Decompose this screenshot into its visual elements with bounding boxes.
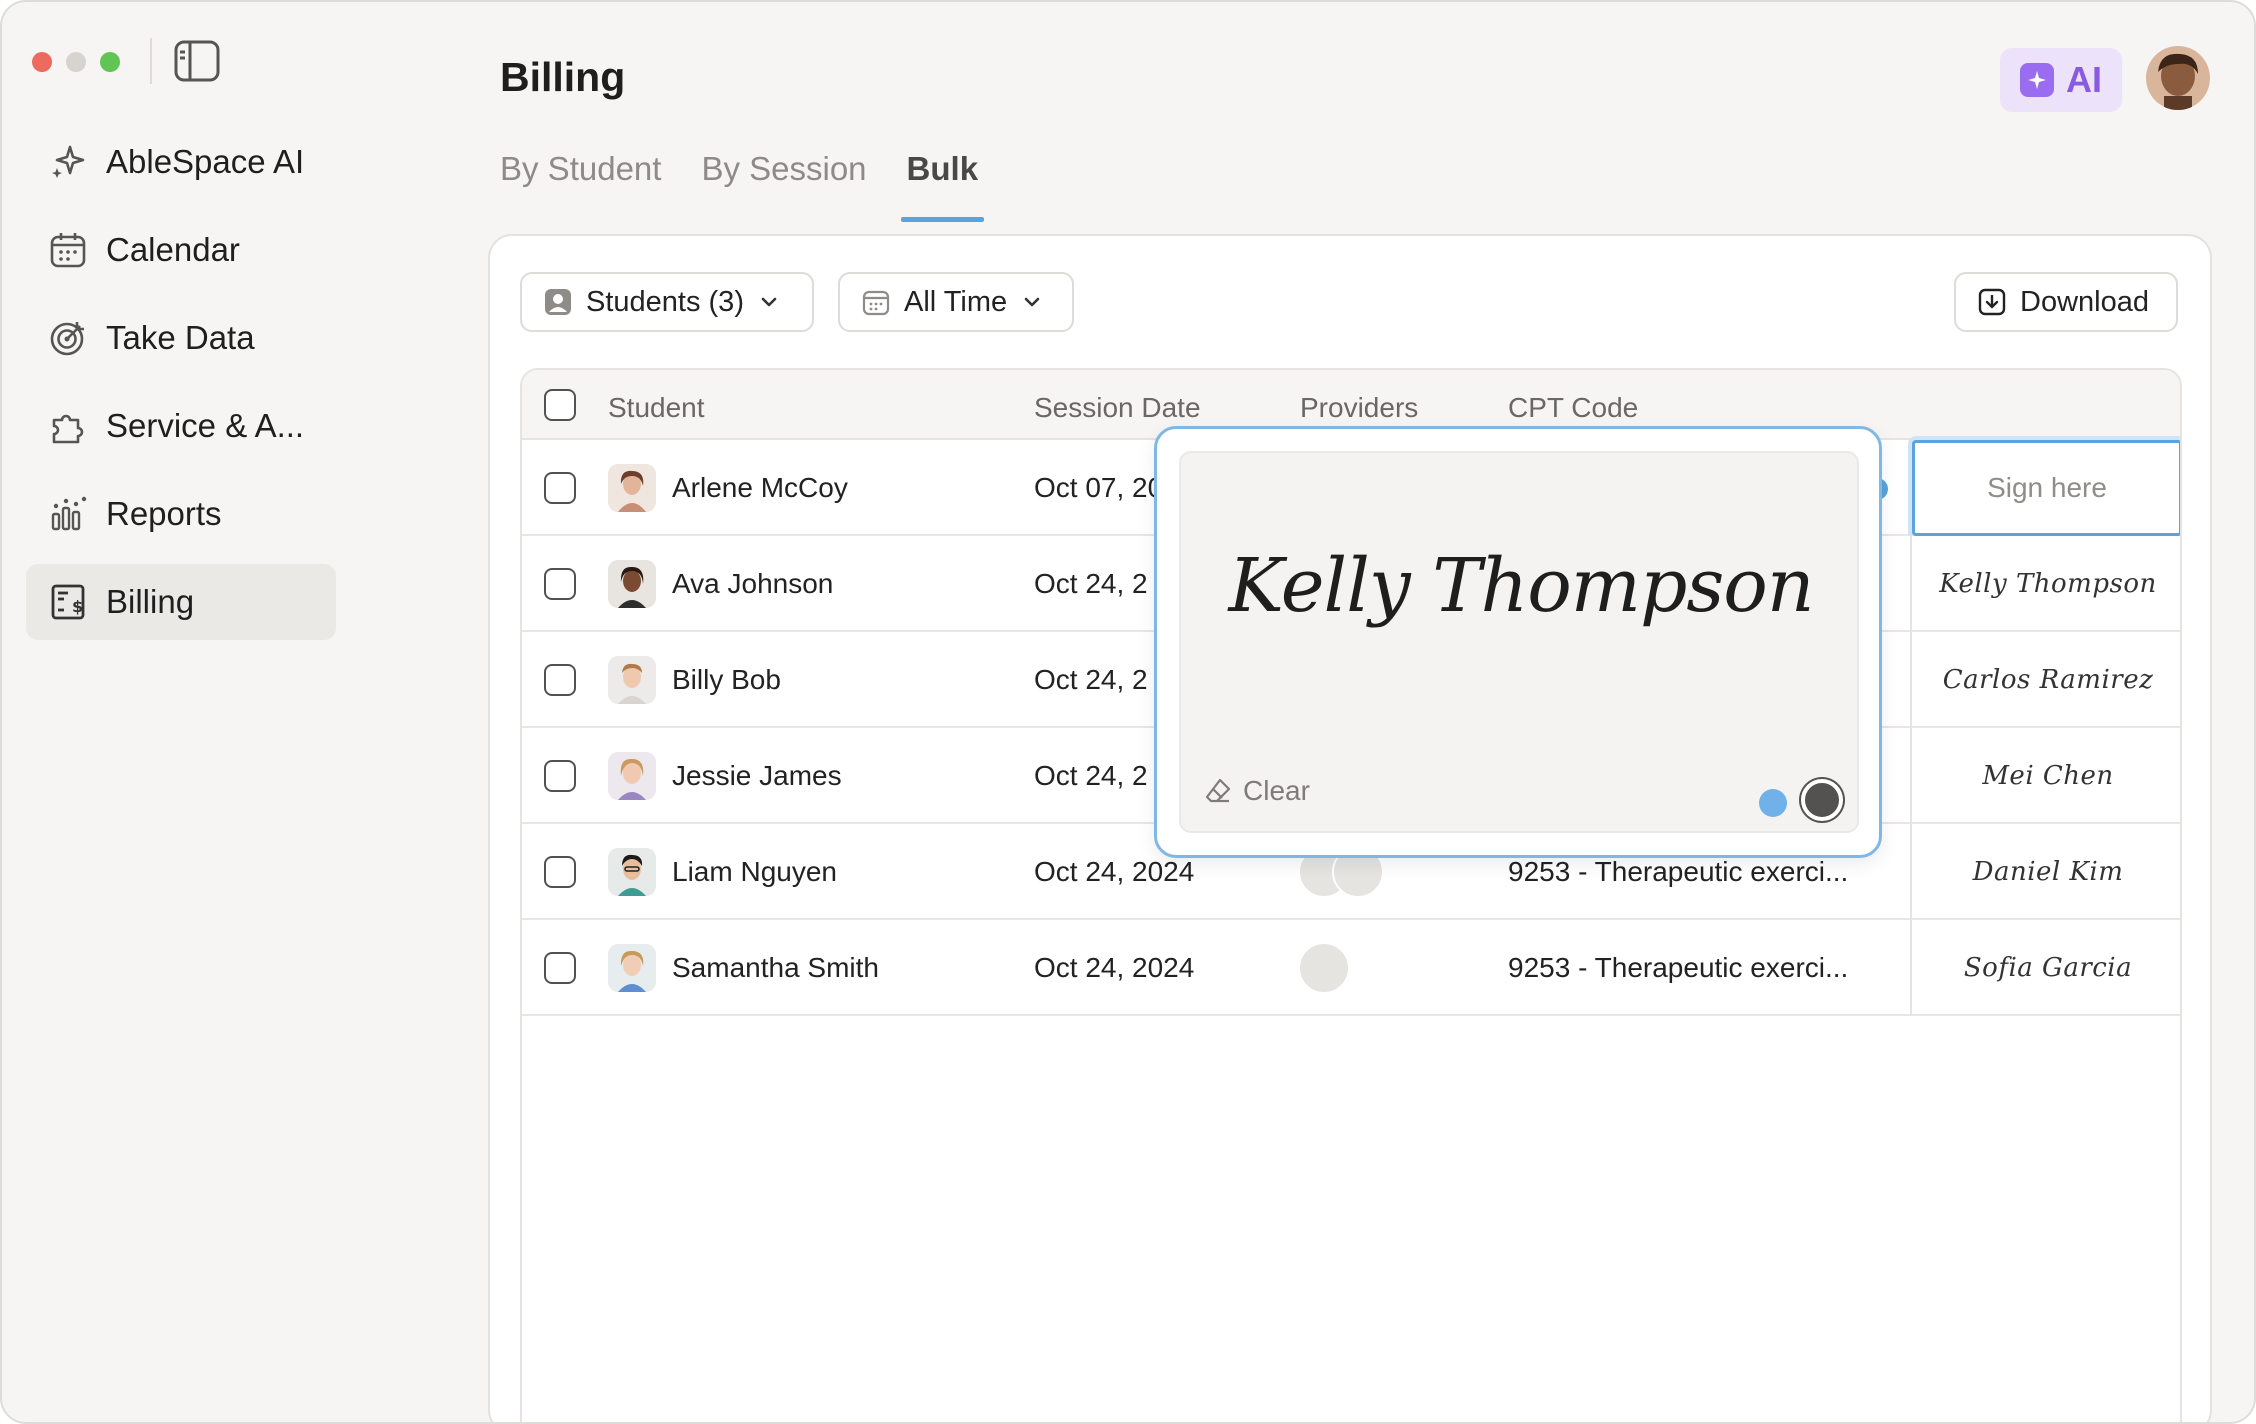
sidebar-item-reports[interactable]: Reports bbox=[26, 476, 336, 552]
student-avatar bbox=[608, 752, 656, 800]
signature-popover: Kelly Thompson Clear bbox=[1154, 426, 1882, 858]
provider-avatar bbox=[1298, 942, 1350, 994]
session-date: Oct 24, 2 bbox=[1034, 760, 1148, 791]
signature-cell[interactable]: Mei Chen bbox=[1910, 728, 2180, 824]
time-filter-dropdown[interactable]: All Time bbox=[838, 272, 1074, 332]
sidebar: AbleSpace AI Calendar Take Data Service … bbox=[26, 124, 336, 652]
svg-text:$: $ bbox=[72, 597, 83, 616]
student-avatar bbox=[608, 656, 656, 704]
student-avatar bbox=[608, 464, 656, 512]
titlebar-divider bbox=[150, 38, 152, 84]
signature-cell[interactable]: Kelly Thompson bbox=[1910, 536, 2180, 632]
calendar-icon bbox=[48, 230, 88, 270]
signature-text: Sofia Garcia bbox=[1963, 953, 2133, 983]
tab-by-student[interactable]: By Student bbox=[500, 150, 661, 222]
tab-bulk[interactable]: Bulk bbox=[900, 150, 984, 222]
minimize-window-button[interactable] bbox=[66, 52, 86, 72]
user-avatar[interactable] bbox=[2146, 46, 2210, 110]
select-all-checkbox[interactable] bbox=[544, 389, 576, 421]
clear-button[interactable]: Clear bbox=[1203, 775, 1310, 807]
sidebar-item-ablespace-ai[interactable]: AbleSpace AI bbox=[26, 124, 336, 200]
sidebar-item-label: Reports bbox=[106, 495, 222, 532]
target-icon bbox=[48, 318, 88, 358]
sidebar-item-label: AbleSpace AI bbox=[106, 143, 305, 180]
student-name: Samantha Smith bbox=[672, 952, 879, 983]
session-date: Oct 24, 2024 bbox=[1034, 952, 1195, 983]
providers-cell bbox=[1298, 920, 1350, 1016]
students-filter-label: Students (3) bbox=[586, 285, 744, 318]
column-header-providers: Providers bbox=[1300, 392, 1419, 423]
sidebar-item-label: Calendar bbox=[106, 231, 240, 268]
pen-color-dark[interactable] bbox=[1801, 779, 1843, 821]
signature-drawing: Kelly Thompson bbox=[1228, 543, 1814, 629]
sign-here-field[interactable]: Sign here bbox=[1912, 440, 2180, 536]
pen-color-blue[interactable] bbox=[1759, 789, 1787, 817]
chevron-down-icon bbox=[1024, 297, 1040, 307]
billing-tabs: By Student By Session Bulk bbox=[500, 150, 984, 222]
student-avatar bbox=[608, 848, 656, 896]
sidebar-item-label: Take Data bbox=[106, 319, 255, 356]
session-date: Oct 07, 20 bbox=[1034, 472, 1164, 503]
chevron-down-icon bbox=[761, 297, 777, 307]
cpt-code: 9253 - Therapeutic exerci... bbox=[1508, 952, 1849, 983]
row-checkbox[interactable] bbox=[544, 664, 576, 696]
column-header-student: Student bbox=[608, 392, 705, 423]
row-checkbox[interactable] bbox=[544, 856, 576, 888]
table-row[interactable]: Samantha Smith Oct 24, 2024 9253 - Thera… bbox=[522, 920, 2180, 1016]
eraser-icon bbox=[1205, 778, 1231, 803]
puzzle-icon bbox=[48, 406, 88, 446]
clear-label: Clear bbox=[1243, 775, 1310, 806]
student-avatar bbox=[608, 944, 656, 992]
sidebar-item-calendar[interactable]: Calendar bbox=[26, 212, 336, 288]
student-avatar bbox=[608, 560, 656, 608]
students-filter-dropdown[interactable]: Students (3) bbox=[520, 272, 814, 332]
window-controls bbox=[32, 52, 120, 72]
ai-button[interactable]: AI bbox=[2000, 48, 2122, 112]
ai-sparkle-icon bbox=[2020, 63, 2054, 97]
row-checkbox[interactable] bbox=[544, 472, 576, 504]
download-label: Download bbox=[2020, 285, 2149, 318]
student-name: Liam Nguyen bbox=[672, 856, 837, 887]
download-button[interactable]: Download bbox=[1954, 272, 2178, 332]
row-checkbox[interactable] bbox=[544, 760, 576, 792]
sidebar-toggle-icon[interactable] bbox=[174, 40, 220, 82]
student-name: Billy Bob bbox=[672, 664, 781, 695]
signature-text: Carlos Ramirez bbox=[1942, 665, 2154, 695]
sidebar-item-take-data[interactable]: Take Data bbox=[26, 300, 336, 376]
app-window: AbleSpace AI Calendar Take Data Service … bbox=[0, 0, 2256, 1424]
session-date: Oct 24, 2 bbox=[1034, 664, 1148, 695]
signature-cell[interactable]: Sofia Garcia bbox=[1910, 920, 2180, 1016]
column-header-cpt-code: CPT Code bbox=[1508, 392, 1639, 423]
close-window-button[interactable] bbox=[32, 52, 52, 72]
tab-by-session[interactable]: By Session bbox=[701, 150, 866, 222]
page-title: Billing bbox=[500, 54, 626, 100]
signature-text: Mei Chen bbox=[1982, 761, 2114, 791]
sidebar-item-service[interactable]: Service & A... bbox=[26, 388, 336, 464]
row-checkbox[interactable] bbox=[544, 952, 576, 984]
student-name: Ava Johnson bbox=[672, 568, 834, 599]
ai-button-label: AI bbox=[2066, 59, 2102, 100]
signature-cell[interactable]: Daniel Kim bbox=[1910, 824, 2180, 920]
student-icon bbox=[545, 289, 571, 315]
sidebar-item-label: Service & A... bbox=[106, 407, 305, 444]
student-name: Jessie James bbox=[672, 760, 842, 791]
sparkle-icon bbox=[48, 142, 88, 182]
signature-text: Kelly Thompson bbox=[1939, 569, 2157, 599]
signature-text: Daniel Kim bbox=[1972, 857, 2124, 887]
download-icon bbox=[1978, 288, 2006, 316]
bar-chart-icon bbox=[48, 494, 88, 534]
signature-cell[interactable]: Carlos Ramirez bbox=[1910, 632, 2180, 728]
zoom-window-button[interactable] bbox=[100, 52, 120, 72]
signature-pad[interactable]: Kelly Thompson Clear bbox=[1179, 451, 1859, 833]
student-name: Arlene McCoy bbox=[672, 472, 848, 503]
row-checkbox[interactable] bbox=[544, 568, 576, 600]
calendar-icon bbox=[862, 290, 890, 316]
column-header-session-date: Session Date bbox=[1034, 392, 1201, 423]
billing-icon: $ bbox=[48, 582, 88, 622]
sidebar-item-billing[interactable]: $ Billing bbox=[26, 564, 336, 640]
session-date: Oct 24, 2 bbox=[1034, 568, 1148, 599]
sidebar-item-label: Billing bbox=[106, 583, 195, 620]
time-filter-label: All Time bbox=[904, 285, 1008, 318]
